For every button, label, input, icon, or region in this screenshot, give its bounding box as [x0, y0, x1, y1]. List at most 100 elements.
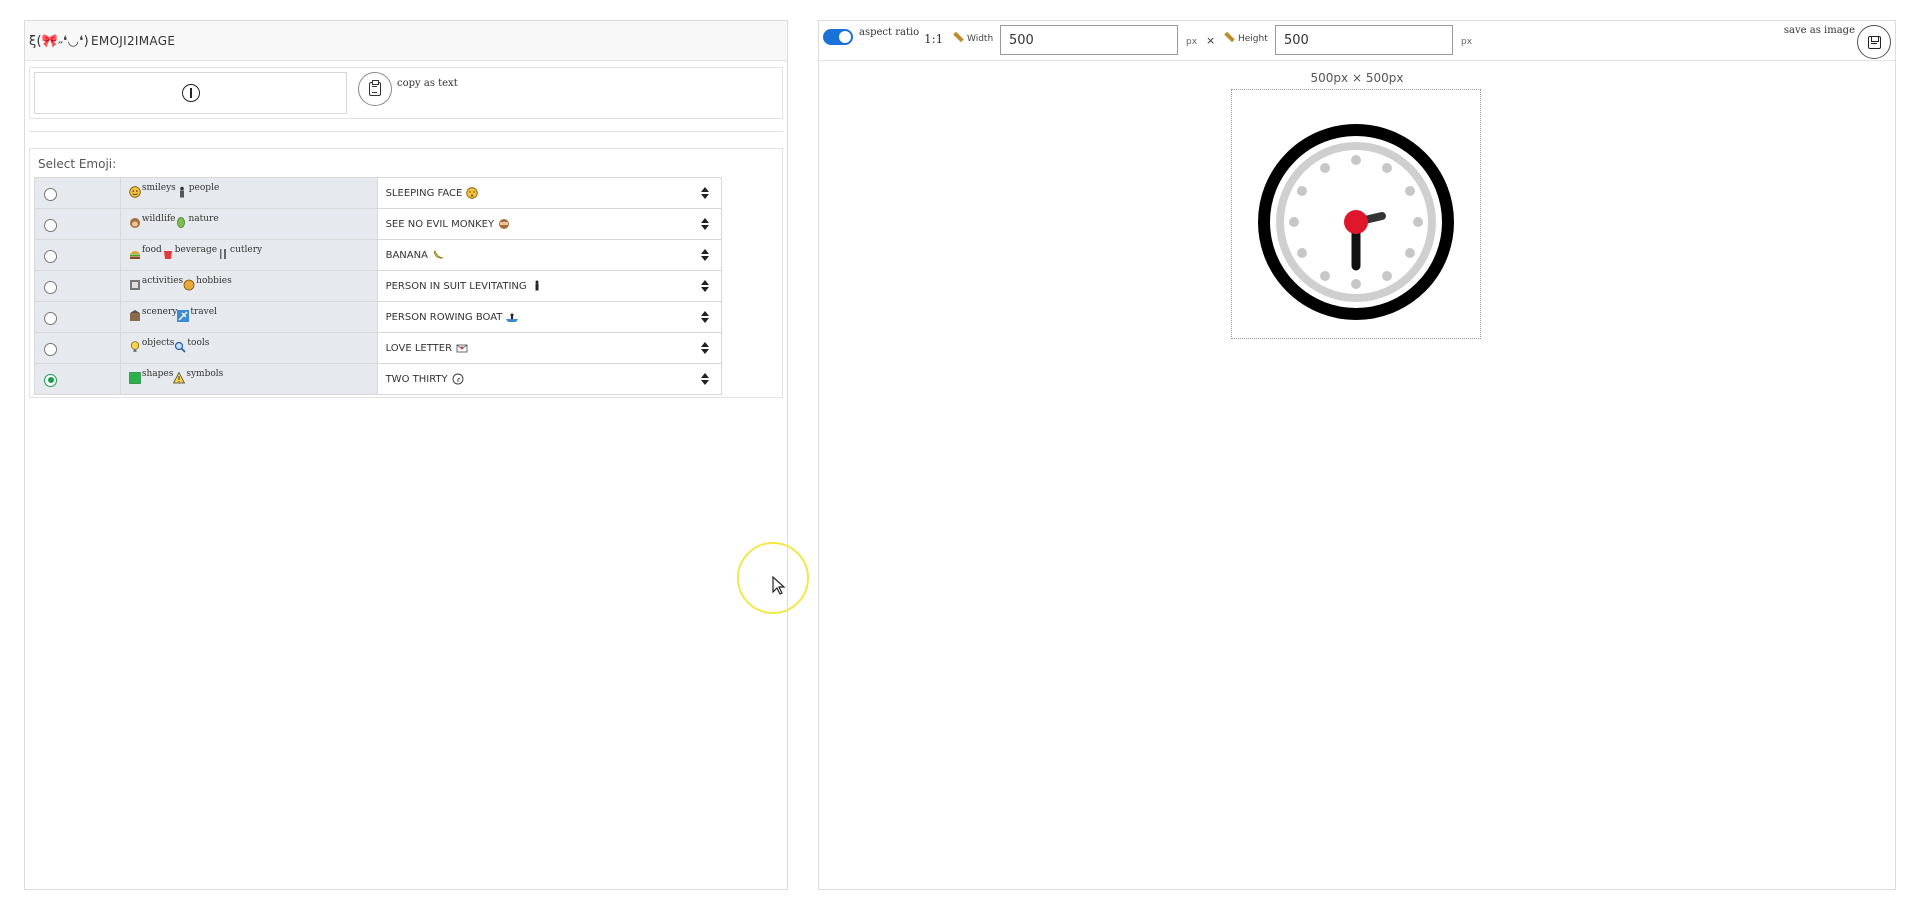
- save-as-image-label: save as image: [1783, 25, 1855, 36]
- select-arrows-icon: [701, 311, 709, 323]
- emoji-image-canvas: [1231, 89, 1481, 339]
- monkey-icon: [129, 217, 140, 228]
- width-label: Width: [953, 31, 994, 44]
- category-row-wildlife: wildlife nature SEE NO EVIL MONKEY: [34, 208, 723, 240]
- aspect-ratio-toggle[interactable]: [823, 29, 853, 45]
- width-label-text: Width: [967, 34, 994, 44]
- emoji-select-smileys[interactable]: SLEEPING FACE: [376, 177, 723, 209]
- hobbies-icon: [183, 279, 195, 290]
- see-no-evil-monkey-icon: [499, 219, 510, 229]
- person-icon: [179, 186, 184, 197]
- category-radio-smileys[interactable]: [44, 187, 57, 201]
- category-text: cutlery: [230, 244, 263, 255]
- category-radio-scenery[interactable]: [44, 311, 57, 325]
- category-radio-activities[interactable]: [44, 280, 57, 294]
- image-size-caption: 500px × 500px: [1310, 71, 1404, 85]
- selected-emoji-name: BANANA: [385, 249, 428, 261]
- category-label-wildlife: wildlife nature: [119, 208, 378, 240]
- category-row-smileys: smileys people SLEEPING FACE: [34, 177, 723, 209]
- emoji-select-wildlife[interactable]: SEE NO EVIL MONKEY: [376, 208, 723, 240]
- category-label-food: food beverage cutlery: [119, 239, 378, 271]
- select-arrows-icon: [701, 342, 709, 354]
- category-text: symbols: [186, 368, 224, 379]
- warning-triangle-icon: [173, 371, 186, 383]
- selected-emoji-name: PERSON IN SUIT LEVITATING: [385, 280, 527, 292]
- smiley-face-icon: [129, 185, 141, 198]
- category-text: beverage: [174, 244, 218, 255]
- category-radio-shapes[interactable]: [44, 373, 57, 387]
- category-text: scenery: [141, 306, 178, 317]
- select-arrows-icon: [701, 373, 709, 385]
- two-thirty-clock-icon: [452, 373, 464, 385]
- sleeping-face-icon: [466, 187, 479, 199]
- app-title: emoji2image: [91, 33, 176, 48]
- times-sign: ×: [1206, 34, 1216, 47]
- cutlery-icon: [220, 248, 227, 259]
- category-row-food: food beverage cutlery BANANA: [34, 239, 723, 271]
- category-radio-objects[interactable]: [44, 342, 57, 356]
- selected-emoji-name: SEE NO EVIL MONKEY: [385, 218, 495, 230]
- category-row-shapes: shapes symbols TWO THIRTY: [34, 363, 723, 395]
- building-icon: [129, 309, 140, 321]
- category-text: activities: [141, 275, 184, 286]
- rowing-boat-icon: [506, 313, 519, 322]
- light-bulb-icon: [130, 340, 139, 352]
- image-output-panel: aspect ratio 1:1 Width px × Height px sa…: [818, 20, 1896, 890]
- green-square-icon: [129, 371, 141, 384]
- emoji-select-shapes[interactable]: TWO THIRTY: [376, 363, 723, 395]
- airplane-icon: [177, 309, 190, 322]
- selected-emoji-name: LOVE LETTER: [385, 342, 453, 354]
- category-text: travel: [190, 306, 217, 317]
- selected-emoji-name: TWO THIRTY: [385, 373, 448, 385]
- image-toolbar: aspect ratio 1:1 Width px × Height px sa…: [819, 21, 1895, 61]
- height-input[interactable]: [1275, 25, 1453, 55]
- category-label-scenery: scenery travel: [119, 301, 378, 333]
- category-text: food: [141, 244, 162, 255]
- aspect-ratio-label: aspect ratio: [859, 27, 920, 38]
- cup-icon: [163, 250, 172, 259]
- copy-as-text-label: copy as text: [397, 78, 458, 89]
- category-text: objects: [141, 337, 175, 348]
- category-radio-food[interactable]: [44, 249, 57, 263]
- category-label-activities: activities hobbies: [119, 270, 378, 302]
- clipboard-icon: [369, 80, 381, 96]
- category-table: smileys people SLEEPING FACE wildlife na…: [34, 177, 723, 395]
- emoji-select-objects[interactable]: LOVE LETTER: [376, 332, 723, 364]
- person-levitating-icon: [535, 280, 539, 291]
- text-preview-box[interactable]: [34, 72, 347, 114]
- category-row-activities: activities hobbies PERSON IN SUIT LEVITA…: [34, 270, 723, 302]
- category-text: nature: [188, 213, 219, 224]
- width-px-unit: px: [1186, 37, 1198, 47]
- burger-icon: [129, 250, 140, 259]
- select-arrows-icon: [701, 218, 709, 230]
- select-arrows-icon: [701, 249, 709, 261]
- category-text: hobbies: [196, 275, 232, 286]
- emoji-select-activities[interactable]: PERSON IN SUIT LEVITATING: [376, 270, 723, 302]
- selected-emoji-name: SLEEPING FACE: [385, 187, 463, 199]
- magnifier-icon: [175, 341, 186, 353]
- category-label-objects: objects tools: [119, 332, 378, 364]
- love-letter-icon: [456, 344, 468, 353]
- width-input[interactable]: [1000, 25, 1178, 55]
- aspect-ratio-value: 1:1: [924, 32, 944, 46]
- category-row-scenery: scenery travel PERSON ROWING BOAT: [34, 301, 723, 333]
- category-text: shapes: [141, 368, 174, 379]
- divider: [29, 131, 783, 132]
- selected-emoji-name: PERSON ROWING BOAT: [385, 311, 503, 323]
- category-radio-wildlife[interactable]: [44, 218, 57, 232]
- activities-icon: [129, 279, 140, 290]
- leaf-icon: [177, 216, 186, 228]
- ruler-icon: [953, 31, 964, 43]
- select-emoji-title: Select Emoji:: [38, 157, 117, 171]
- select-arrows-icon: [701, 187, 709, 199]
- category-text: wildlife: [141, 213, 176, 224]
- emoji-select-food[interactable]: BANANA: [376, 239, 723, 271]
- height-px-unit: px: [1461, 37, 1473, 47]
- emoji-select-scenery[interactable]: PERSON ROWING BOAT: [376, 301, 723, 333]
- select-emoji-box: Select Emoji: smileys people SLEEPING FA…: [29, 148, 783, 398]
- save-as-image-button[interactable]: [1857, 25, 1891, 59]
- emoji-selector-panel: ξ(🎀˶❛◡❛) emoji2image copy as text Select…: [24, 20, 788, 890]
- copy-as-text-button[interactable]: [358, 72, 392, 106]
- text-preview-row: copy as text: [29, 67, 783, 119]
- category-label-shapes: shapes symbols: [119, 363, 378, 395]
